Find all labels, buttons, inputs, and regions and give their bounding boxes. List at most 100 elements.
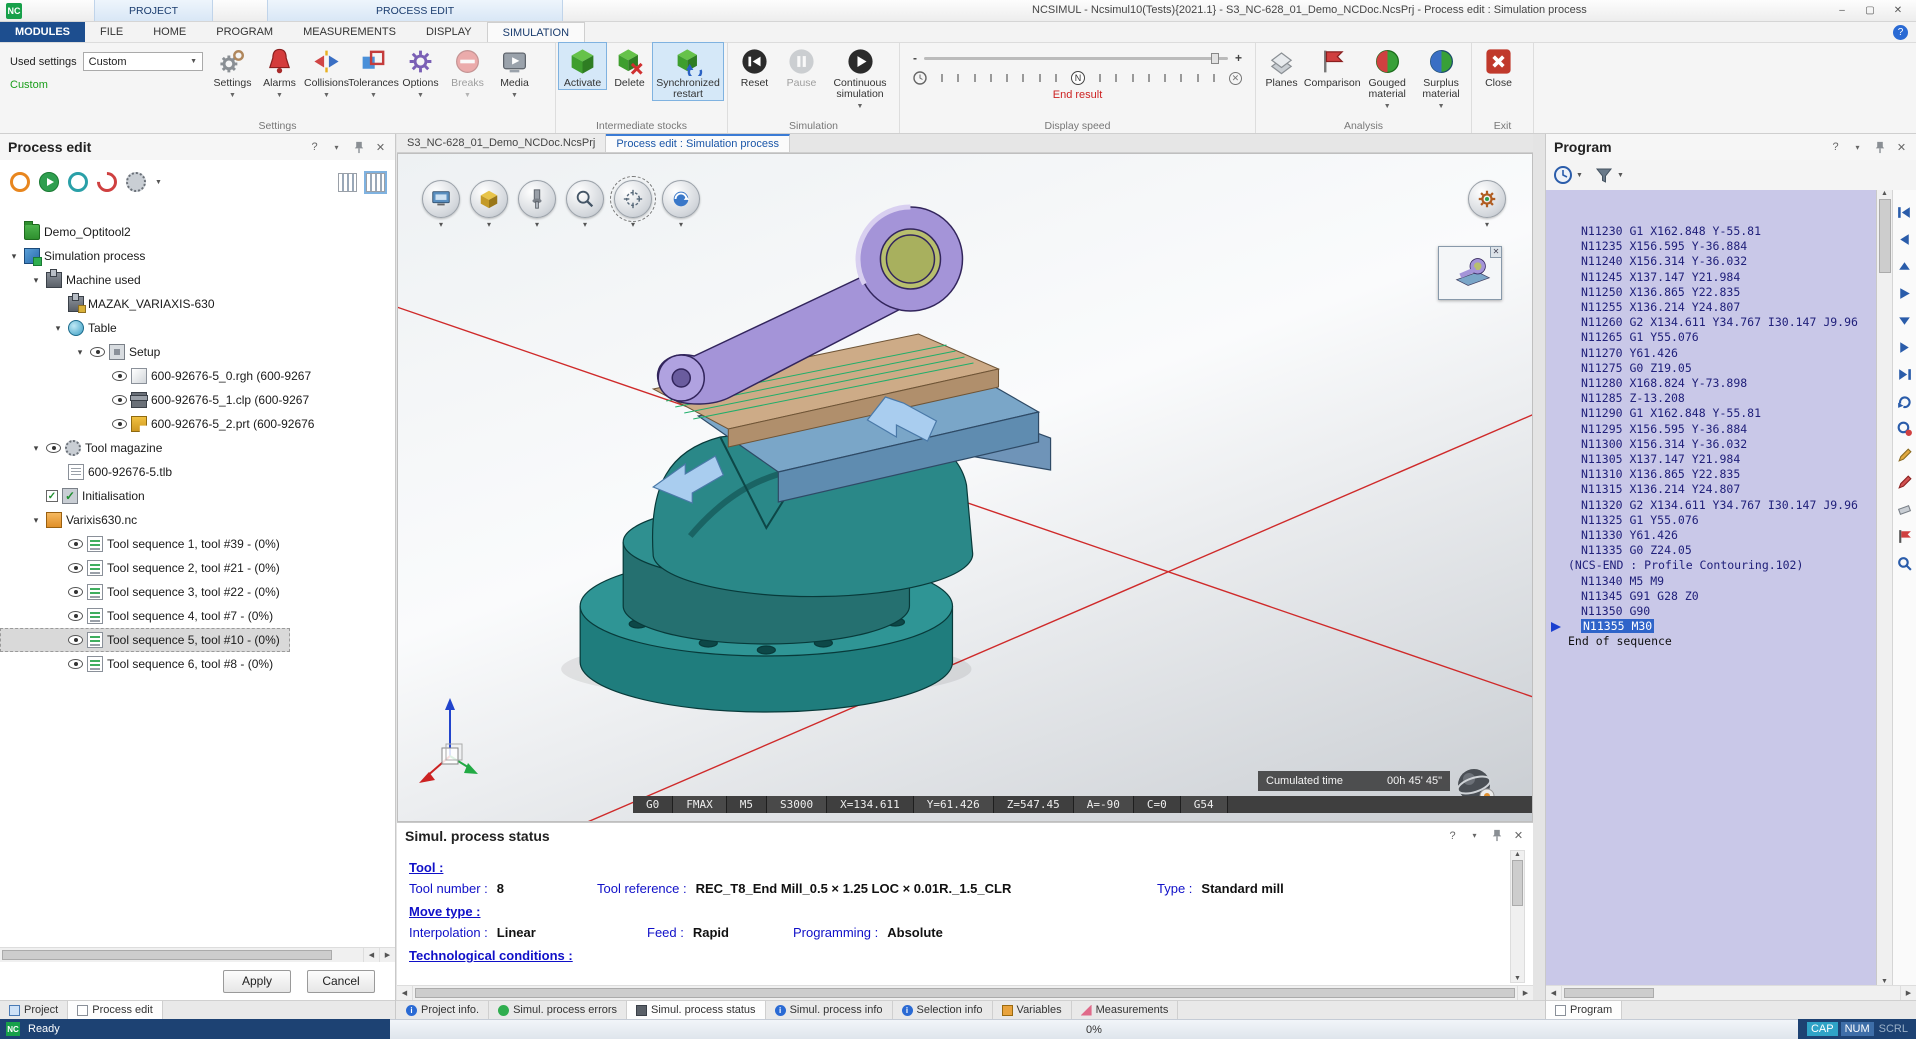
- scrollbar-thumb[interactable]: [2, 950, 332, 960]
- context-tab-project[interactable]: PROJECT: [94, 0, 213, 21]
- vt-view-icon[interactable]: [422, 180, 460, 218]
- chevron-down-icon[interactable]: ▾: [439, 220, 443, 229]
- tree-hscrollbar[interactable]: ◀ ▶: [0, 947, 395, 962]
- dock-tab-selection-info[interactable]: Selection info: [893, 1001, 993, 1019]
- code-line[interactable]: N11325 G1 Y55.076: [1568, 513, 1876, 528]
- ribbon-tab-file[interactable]: FILE: [85, 22, 138, 42]
- vt-zoom-button[interactable]: ▾: [566, 180, 604, 229]
- code-line[interactable]: N11255 X136.214 Y24.807: [1568, 300, 1876, 315]
- scrollbar-thumb[interactable]: [1512, 860, 1523, 906]
- eye-icon[interactable]: [90, 347, 105, 357]
- sn-first-icon[interactable]: [1896, 204, 1913, 221]
- vt-tool-button[interactable]: ▾: [518, 180, 556, 229]
- run-process-icon[interactable]: [39, 172, 59, 192]
- apply-button[interactable]: Apply: [223, 970, 291, 993]
- gouged-material-button[interactable]: Gouged material▼: [1360, 43, 1414, 112]
- status-vscrollbar[interactable]: ▲ ▼: [1510, 850, 1525, 983]
- speed-slider[interactable]: [924, 57, 1228, 60]
- sn-loop-icon[interactable]: [1896, 393, 1913, 410]
- reset-button[interactable]: Reset: [731, 43, 778, 89]
- scroll-right-icon[interactable]: ▶: [379, 948, 395, 962]
- vt-zoom-icon[interactable]: [566, 180, 604, 218]
- close-icon[interactable]: ✕: [1490, 246, 1502, 258]
- code-line[interactable]: N11265 G1 Y55.076: [1568, 330, 1876, 345]
- tree-item[interactable]: Tool sequence 5, tool #10 - (0%): [0, 628, 290, 652]
- tolerances-button[interactable]: Tolerances▼: [350, 43, 397, 101]
- tree-item[interactable]: Tool sequence 3, tool #22 - (0%): [0, 580, 395, 604]
- checkbox-checked[interactable]: ✓: [46, 490, 58, 502]
- settings-button[interactable]: Settings▼: [209, 43, 256, 101]
- code-line[interactable]: N11315 X136.214 Y24.807: [1568, 482, 1876, 497]
- scroll-right-icon[interactable]: ▶: [1900, 986, 1916, 1000]
- code-line[interactable]: N11280 X168.824 Y-73.898: [1568, 376, 1876, 391]
- maximize-button[interactable]: ▢: [1856, 2, 1884, 20]
- chevron-down-icon[interactable]: ▼: [323, 90, 330, 101]
- chevron-down-icon[interactable]: ▼: [857, 101, 864, 112]
- options-button[interactable]: Options▼: [397, 43, 444, 101]
- help-icon[interactable]: ?: [1893, 25, 1908, 40]
- speed-minus-button[interactable]: -: [913, 51, 917, 65]
- chevron-down-icon[interactable]: ▼: [464, 90, 471, 101]
- scroll-left-icon[interactable]: ◀: [363, 948, 379, 962]
- code-line[interactable]: N11320 G2 X134.611 Y34.767 I30.147 J9.96: [1568, 498, 1876, 513]
- comparison-button[interactable]: Comparison: [1304, 43, 1360, 89]
- chevron-down-icon[interactable]: ▾: [583, 220, 587, 229]
- dock-tab-measurements[interactable]: Measurements: [1072, 1001, 1179, 1019]
- spindle-tool-button[interactable]: ▾: [1468, 180, 1506, 229]
- ribbon-tab-program[interactable]: PROGRAM: [201, 22, 288, 42]
- ribbon-tab-modules[interactable]: MODULES: [0, 22, 85, 42]
- tree-item[interactable]: ▾Varixis630.nc: [0, 508, 395, 532]
- eye-icon[interactable]: [68, 587, 83, 597]
- sn-flag-icon[interactable]: [1896, 528, 1913, 545]
- tree-expander-icon[interactable]: ▾: [30, 515, 42, 526]
- close-icon[interactable]: ✕: [1895, 141, 1908, 154]
- dock-tab-project-info-[interactable]: Project info.: [397, 1001, 489, 1019]
- program-vscrollbar[interactable]: ▲ ▼: [1876, 190, 1892, 985]
- pin-icon[interactable]: [1873, 141, 1886, 154]
- mini-view[interactable]: ✕: [1438, 246, 1502, 300]
- detail-view-button[interactable]: [366, 173, 385, 192]
- code-line[interactable]: N11340 M5 M9: [1568, 574, 1876, 589]
- tree-expander-icon[interactable]: ▾: [8, 251, 20, 262]
- vt-view-button[interactable]: ▾: [422, 180, 460, 229]
- code-line[interactable]: N11290 G1 X162.848 Y-55.81: [1568, 406, 1876, 421]
- program-code[interactable]: N11230 G1 X162.848 Y-55.81N11235 X156.59…: [1546, 190, 1876, 985]
- planes-button[interactable]: Planes: [1259, 43, 1304, 89]
- ribbon-tab-simulation[interactable]: SIMULATION: [487, 22, 585, 42]
- code-line[interactable]: N11245 X137.147 Y21.984: [1568, 270, 1876, 285]
- tree-expander-icon[interactable]: ▾: [30, 275, 42, 286]
- chevron-down-icon[interactable]: ▼: [1617, 172, 1624, 179]
- ribbon-tab-home[interactable]: HOME: [138, 22, 201, 42]
- program-hscrollbar[interactable]: ◀ ▶: [1546, 985, 1916, 1000]
- tree-item[interactable]: Tool sequence 2, tool #21 - (0%): [0, 556, 395, 580]
- code-line[interactable]: N11295 X156.595 Y-36.884: [1568, 422, 1876, 437]
- ribbon-tab-measurements[interactable]: MEASUREMENTS: [288, 22, 411, 42]
- chevron-down-icon[interactable]: ▼: [155, 179, 162, 186]
- code-line[interactable]: N11260 G2 X134.611 Y34.767 I30.147 J9.96: [1568, 315, 1876, 330]
- filter-icon[interactable]: [1594, 165, 1614, 185]
- code-line[interactable]: N11350 G90: [1568, 604, 1876, 619]
- cancel-button[interactable]: Cancel: [307, 970, 375, 993]
- code-line[interactable]: N11335 G0 Z24.05: [1568, 543, 1876, 558]
- panel-help-icon[interactable]: ?: [308, 141, 321, 154]
- pin-icon[interactable]: [352, 141, 365, 154]
- code-line[interactable]: N11285 Z-13.208: [1568, 391, 1876, 406]
- chevron-down-icon[interactable]: ▾: [631, 220, 635, 229]
- panel-help-icon[interactable]: ?: [1829, 141, 1842, 154]
- scrollbar-thumb[interactable]: [1879, 199, 1891, 273]
- speed-normal-marker[interactable]: N: [1071, 71, 1085, 85]
- tree-item[interactable]: Tool sequence 4, tool #7 - (0%): [0, 604, 395, 628]
- chevron-down-icon[interactable]: ▾: [487, 220, 491, 229]
- code-line[interactable]: N11230 G1 X162.848 Y-55.81: [1568, 224, 1876, 239]
- code-line[interactable]: N11235 X156.595 Y-36.884: [1568, 239, 1876, 254]
- tree-item[interactable]: MAZAK_VARIAXIS-630: [0, 292, 395, 316]
- tree-expander-icon[interactable]: ▾: [74, 347, 86, 358]
- dock-tab-project[interactable]: Project: [0, 1001, 68, 1019]
- eye-icon[interactable]: [112, 371, 127, 381]
- breaks-button[interactable]: Breaks▼: [444, 43, 491, 101]
- minimize-button[interactable]: –: [1828, 2, 1856, 20]
- code-line[interactable]: N11330 Y61.426: [1568, 528, 1876, 543]
- scroll-up-icon[interactable]: ▲: [1514, 851, 1521, 858]
- tree-item[interactable]: Tool sequence 1, tool #39 - (0%): [0, 532, 395, 556]
- dock-tab-process-edit[interactable]: Process edit: [68, 1001, 163, 1019]
